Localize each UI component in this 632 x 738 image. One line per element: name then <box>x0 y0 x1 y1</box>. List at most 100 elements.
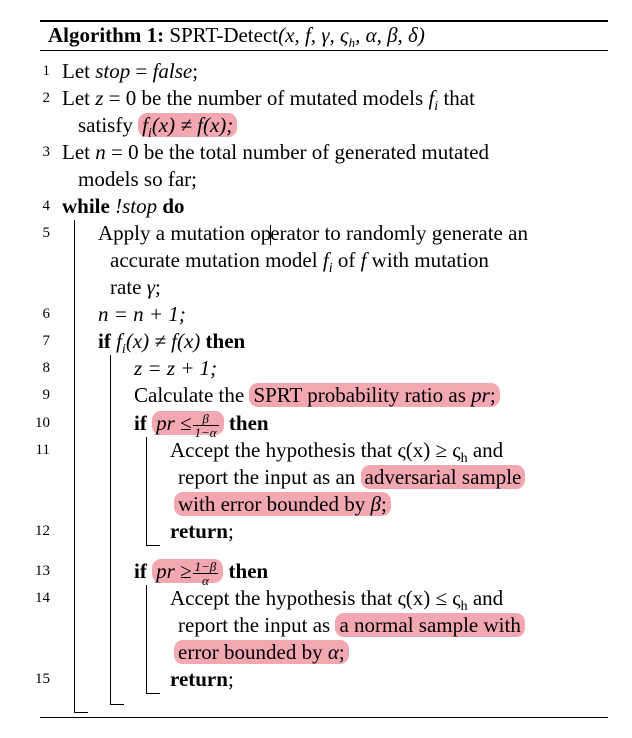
math: (x) ≠ f(x); <box>151 113 234 137</box>
bottom-rule <box>40 717 608 718</box>
math: false <box>152 59 193 83</box>
line-number: 7 <box>42 333 51 349</box>
line-number: 1 <box>42 63 51 79</box>
inner-if-1-foot <box>146 545 160 546</box>
text: ; <box>489 383 496 407</box>
keyword: if <box>98 329 117 353</box>
inner-if-1-bar <box>146 437 147 545</box>
math: n <box>95 140 106 164</box>
keyword: return <box>170 519 228 543</box>
text: Let <box>62 140 96 164</box>
line-number: 14 <box>35 590 50 606</box>
line-number: 11 <box>35 442 50 458</box>
keyword: while <box>62 194 116 218</box>
keyword: then <box>223 559 269 583</box>
algorithm-line: Apply a mutation operator to randomly ge… <box>98 220 528 247</box>
algorithm-line-cont: with error bounded by β; <box>174 491 391 518</box>
line-number: 12 <box>35 523 50 539</box>
algorithm-line: if pr ≤ β 1−α then <box>134 410 269 439</box>
text: Accept the hypothesis that ς(x) ≤ ς <box>170 586 461 610</box>
algorithm-name: SPRT-Detect <box>169 23 279 47</box>
text: Apply a mutation op <box>98 221 272 245</box>
highlight: pr ≤ β 1−α <box>152 411 224 439</box>
highlight: SPRT probability ratio as pr; <box>249 383 500 407</box>
math: pr ≤ <box>156 411 192 435</box>
text: of <box>332 248 361 272</box>
algorithm-line-cont: report the input as a normal sample with <box>178 612 525 639</box>
fraction: β 1−α <box>192 412 219 439</box>
algorithm-params: (x, f, γ, ς <box>278 23 349 47</box>
text: Calculate the <box>134 383 250 407</box>
line-number: 2 <box>42 90 51 106</box>
text: ; <box>380 492 387 516</box>
text: error bounded by <box>178 640 328 664</box>
while-block-foot <box>74 712 88 713</box>
math: !stop <box>115 194 158 218</box>
algorithm-label: Algorithm 1: <box>48 23 165 47</box>
text: report the input as an <box>178 465 361 489</box>
numerator: β <box>192 412 219 426</box>
line-number: 9 <box>42 387 51 403</box>
while-block-bar <box>74 220 75 712</box>
math: α <box>327 640 339 664</box>
text: satisfy <box>78 113 139 137</box>
numerator: 1−β <box>192 558 219 574</box>
inner-if-2-foot <box>146 693 160 694</box>
algorithm-line: return; <box>170 518 234 545</box>
math: z = z + 1; <box>134 356 218 380</box>
text: ; <box>227 519 234 543</box>
algorithm-line: z = z + 1; <box>134 355 217 382</box>
highlight: with error bounded by β; <box>174 492 391 516</box>
algorithm-line: Calculate the SPRT probability ratio as … <box>134 382 500 409</box>
text: ; <box>192 59 199 83</box>
highlight: fi(x) ≠ f(x); <box>138 113 238 141</box>
text: with mutation <box>366 248 489 272</box>
algorithm-line: if pr ≥1−β α then <box>134 558 268 587</box>
math: n = n + 1; <box>98 302 186 326</box>
text: Let <box>62 86 96 110</box>
line-number: 15 <box>35 671 50 687</box>
algorithm-line: Let stop = false; <box>62 58 198 85</box>
algorithm-params-tail: , α, β, δ) <box>355 23 425 47</box>
algorithm-caption: Algorithm 1: SPRT-Detect(x, f, γ, ςh, α,… <box>48 22 425 56</box>
highlight: error bounded by α; <box>174 640 349 664</box>
math: pr <box>471 383 490 407</box>
text: Accept the hypothesis that ς(x) ≥ ς <box>170 438 461 462</box>
keyword: return <box>170 667 228 691</box>
text: = 0 be the total number of generated mut… <box>105 140 490 164</box>
line-number: 10 <box>35 415 50 431</box>
highlight: adversarial sample <box>360 465 526 489</box>
algorithm-line-cont: error bounded by α; <box>174 639 349 666</box>
keyword: if <box>134 559 153 583</box>
text: with error bounded by <box>178 492 371 516</box>
algorithm-line: while !stop do <box>62 193 185 220</box>
text: models so far; <box>78 167 197 191</box>
highlight: pr ≥1−β α <box>152 558 224 587</box>
math: β <box>370 492 381 516</box>
algorithm-line-cont: rate γ; <box>110 274 161 301</box>
text: that <box>438 86 475 110</box>
math: (x) ≠ f(x) <box>125 329 206 353</box>
line-number: 3 <box>42 144 51 160</box>
if-block-bar <box>110 355 111 704</box>
text: = <box>130 59 153 83</box>
line-number: 4 <box>42 198 51 214</box>
text: Let <box>62 59 96 83</box>
math: γ <box>146 275 156 299</box>
algorithm-line: n = n + 1; <box>98 301 186 328</box>
text: and <box>467 586 504 610</box>
keyword: then <box>205 329 246 353</box>
math: pr ≥ <box>156 559 192 583</box>
algorithm-line: Let n = 0 be the total number of generat… <box>62 139 489 166</box>
line-number: 13 <box>35 563 50 579</box>
algorithm-line: return; <box>170 666 234 693</box>
text: accurate mutation model <box>110 248 323 272</box>
text: ; <box>155 275 161 299</box>
line-number: 8 <box>42 360 51 376</box>
keyword: if <box>134 411 153 435</box>
math: stop <box>95 59 131 83</box>
highlight: a normal sample with <box>335 613 525 637</box>
text: erator to randomly generate an <box>270 221 528 245</box>
algorithm-line-cont: accurate mutation model fi of f with mut… <box>110 247 489 282</box>
text: and <box>467 438 504 462</box>
